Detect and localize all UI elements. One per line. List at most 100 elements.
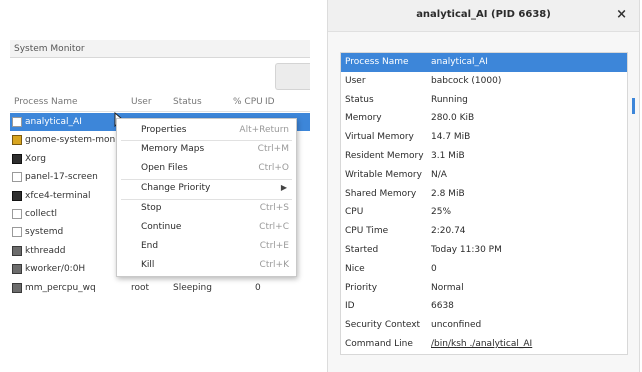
property-key: ID bbox=[345, 301, 355, 312]
property-value: 2.8 MiB bbox=[431, 188, 465, 199]
property-row[interactable]: Process Name analytical_AI bbox=[341, 53, 627, 72]
property-key: User bbox=[345, 75, 366, 86]
property-value: 2:20.74 bbox=[431, 226, 466, 237]
property-row[interactable]: Virtual Memory 14.7 MiB bbox=[341, 128, 627, 147]
process-status: Sleeping bbox=[173, 282, 212, 293]
property-key: Shared Memory bbox=[345, 188, 417, 199]
property-key: Security Context bbox=[345, 320, 421, 331]
property-row[interactable]: Resident Memory 3.1 MiB bbox=[341, 147, 627, 166]
process-name: kworker/0:0H bbox=[25, 264, 86, 275]
property-key: Writable Memory bbox=[345, 169, 422, 180]
process-context-menu: Properties Alt+Return Memory Maps Ctrl+M… bbox=[116, 118, 297, 277]
menu-item-label: Open Files bbox=[141, 163, 188, 173]
process-name: systemd bbox=[25, 227, 64, 238]
process-user: root bbox=[131, 282, 150, 293]
property-key: Resident Memory bbox=[345, 150, 424, 161]
menu-item-accel: Ctrl+E bbox=[259, 241, 289, 251]
process-icon bbox=[12, 227, 22, 238]
process-name: Xorg bbox=[25, 153, 46, 164]
property-value: N/A bbox=[431, 169, 447, 180]
process-icon bbox=[12, 190, 22, 201]
property-row[interactable]: Shared Memory 2.8 MiB bbox=[341, 185, 627, 204]
process-name: analytical_AI bbox=[25, 117, 82, 127]
window-title: System Monitor bbox=[10, 40, 310, 58]
dialog-titlebar[interactable]: analytical_AI (PID 6638) × bbox=[328, 0, 639, 32]
property-key: CPU Time bbox=[345, 226, 389, 237]
submenu-arrow-icon: ▶ bbox=[280, 183, 287, 192]
property-value: Today 11:30 PM bbox=[431, 244, 502, 255]
menu-item-open-files[interactable]: Open Files Ctrl+O bbox=[117, 159, 296, 177]
property-key: Memory bbox=[345, 113, 382, 124]
property-row[interactable]: Memory 280.0 KiB bbox=[341, 109, 627, 128]
column-user[interactable]: User bbox=[131, 97, 152, 107]
property-row[interactable]: User babcock (1000) bbox=[341, 72, 627, 91]
menu-item-accel: Ctrl+K bbox=[259, 260, 289, 270]
properties-table: Process Name analytical_AI User babcock (10… bbox=[340, 52, 628, 355]
menu-item-stop[interactable]: Stop Ctrl+S bbox=[117, 199, 296, 217]
property-row[interactable]: CPU Time 2:20.74 bbox=[341, 222, 627, 241]
menu-item-properties[interactable]: Properties Alt+Return bbox=[117, 121, 296, 139]
property-row[interactable]: ID 6638 bbox=[341, 297, 627, 316]
property-key: Priority bbox=[345, 282, 378, 293]
property-key: CPU bbox=[345, 207, 364, 218]
menu-item-label: Kill bbox=[141, 260, 155, 270]
property-row[interactable]: CPU 25% bbox=[341, 203, 627, 222]
menu-item-change-priority[interactable]: Change Priority ▶ bbox=[117, 179, 296, 197]
process-name: gnome-system-monit bbox=[25, 135, 122, 146]
process-name: mm_percpu_wq bbox=[25, 282, 96, 293]
process-properties-dialog: analytical_AI (PID 6638) × Process Name a… bbox=[327, 0, 640, 372]
property-value: 25% bbox=[431, 207, 452, 218]
property-value: analytical_AI bbox=[431, 57, 488, 67]
property-row[interactable]: Status Running bbox=[341, 91, 627, 110]
property-key: Virtual Memory bbox=[345, 132, 414, 143]
process-icon bbox=[12, 282, 22, 293]
property-value: 280.0 KiB bbox=[431, 113, 475, 124]
process-name: collectl bbox=[25, 208, 57, 219]
toolbar-button[interactable] bbox=[275, 63, 310, 90]
property-key: Nice bbox=[345, 263, 365, 274]
property-row[interactable]: Priority Normal bbox=[341, 279, 627, 298]
close-icon[interactable]: × bbox=[616, 7, 627, 22]
process-icon bbox=[12, 245, 22, 256]
property-value: unconfined bbox=[431, 320, 482, 331]
property-value: Normal bbox=[431, 282, 464, 293]
menu-item-end[interactable]: End Ctrl+E bbox=[117, 237, 296, 255]
process-row[interactable]: mm_percpu_wq root Sleeping 0 bbox=[10, 279, 310, 297]
menu-item-memory-maps[interactable]: Memory Maps Ctrl+M bbox=[117, 140, 296, 158]
process-icon bbox=[12, 135, 22, 146]
menu-item-accel: Ctrl+O bbox=[258, 163, 289, 173]
menu-item-accel: Ctrl+S bbox=[259, 203, 289, 213]
process-icon bbox=[12, 117, 22, 127]
property-key: Started bbox=[345, 244, 379, 255]
property-row[interactable]: Started Today 11:30 PM bbox=[341, 241, 627, 260]
property-row[interactable]: Nice 0 bbox=[341, 260, 627, 279]
property-key: Status bbox=[345, 94, 374, 105]
column-status[interactable]: Status bbox=[173, 97, 202, 107]
property-key: Process Name bbox=[345, 57, 409, 67]
process-table-header: Process Name User Status % CPU ID bbox=[10, 95, 310, 112]
menu-item-label: Memory Maps bbox=[141, 144, 205, 154]
menu-item-continue[interactable]: Continue Ctrl+C bbox=[117, 218, 296, 236]
process-name: xfce4-terminal bbox=[25, 190, 91, 201]
process-name: kthreadd bbox=[25, 245, 66, 256]
dialog-title: analytical_AI (PID 6638) bbox=[416, 9, 551, 20]
scroll-indicator[interactable] bbox=[632, 98, 635, 114]
menu-item-label: Stop bbox=[141, 203, 162, 213]
process-name: panel-17-screen bbox=[25, 172, 98, 183]
menu-item-label: Properties bbox=[141, 125, 187, 135]
property-value: /bin/ksh ./analytical_AI bbox=[431, 338, 533, 349]
property-row[interactable]: Security Context unconfined bbox=[341, 316, 627, 335]
menu-item-accel: Alt+Return bbox=[239, 125, 289, 135]
column-id[interactable]: ID bbox=[265, 97, 275, 107]
column-process-name[interactable]: Process Name bbox=[14, 97, 78, 107]
property-value: 0 bbox=[431, 263, 437, 274]
menu-item-accel: Ctrl+C bbox=[259, 222, 289, 232]
property-value: 14.7 MiB bbox=[431, 132, 471, 143]
process-icon bbox=[12, 264, 22, 275]
column-cpu[interactable]: % CPU bbox=[233, 97, 263, 107]
menu-item-label: End bbox=[141, 241, 159, 251]
menu-item-kill[interactable]: Kill Ctrl+K bbox=[117, 256, 296, 274]
property-value: babcock (1000) bbox=[431, 75, 502, 86]
property-row[interactable]: Writable Memory N/A bbox=[341, 166, 627, 185]
property-row[interactable]: Command Line/bin/ksh ./analytical_AI bbox=[341, 335, 627, 354]
